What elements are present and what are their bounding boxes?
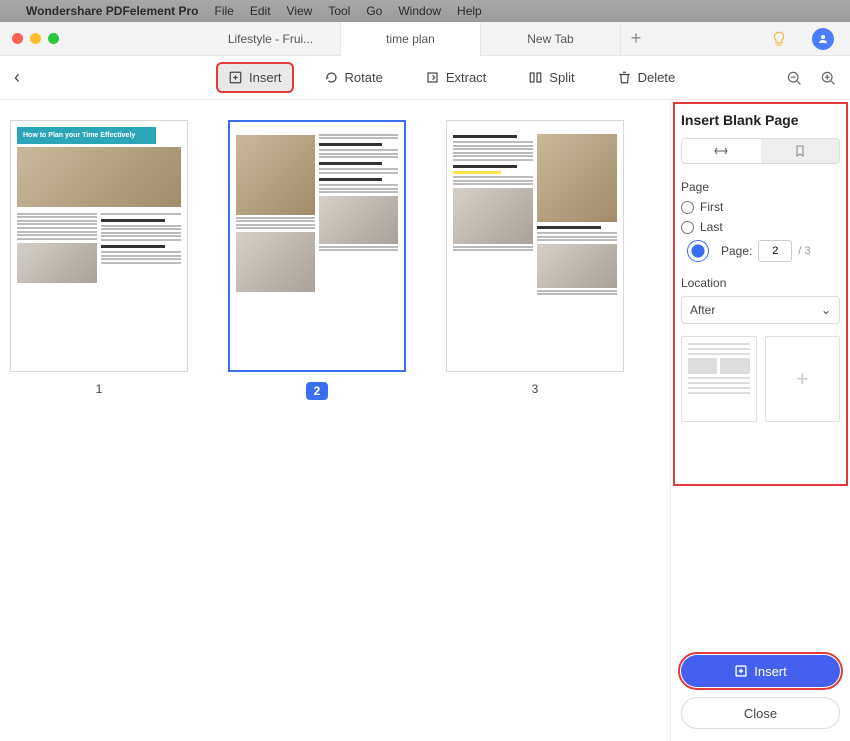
tab-label: time plan [386, 32, 435, 46]
location-dropdown[interactable]: After ⌄ [681, 296, 840, 324]
page-number-1: 1 [96, 382, 103, 396]
trash-icon [617, 70, 632, 85]
page-number-2: 2 [306, 382, 329, 400]
page-number-3: 3 [532, 382, 539, 396]
delete-tool[interactable]: Delete [607, 64, 686, 91]
tool-label: Delete [638, 70, 676, 85]
orientation-portrait[interactable] [761, 139, 840, 163]
page-toolbar: ‹ Insert Rotate Extract Split Delete [0, 56, 850, 100]
tab-newtab[interactable]: New Tab [481, 22, 621, 56]
tab-timeplan[interactable]: time plan [341, 22, 481, 56]
tool-group: Insert Rotate Extract Split Delete [218, 64, 685, 91]
zoom-out-icon[interactable] [786, 70, 802, 86]
tab-label: Lifestyle - Frui... [228, 32, 313, 46]
layout-template-add[interactable]: + [765, 336, 841, 422]
radio-label: First [700, 200, 723, 214]
menu-edit[interactable]: Edit [250, 4, 271, 18]
user-avatar[interactable] [812, 28, 834, 50]
location-label: Location [681, 276, 840, 290]
rotate-icon [324, 70, 339, 85]
orientation-landscape-icon [713, 145, 729, 157]
menu-tool[interactable]: Tool [328, 4, 350, 18]
radio-label: Last [700, 220, 723, 234]
panel-title: Insert Blank Page [681, 112, 840, 128]
tool-label: Insert [249, 70, 282, 85]
back-button[interactable]: ‹ [14, 67, 38, 88]
app-name[interactable]: Wondershare PDFelement Pro [26, 4, 199, 18]
thumb-wrap-1: How to Plan your Time Effectively 1 [10, 120, 188, 396]
layout-templates: + [681, 336, 840, 422]
split-tool[interactable]: Split [518, 64, 584, 91]
radio-label: Page: [721, 244, 752, 258]
split-icon [528, 70, 543, 85]
thumb-photo [537, 134, 617, 222]
insert-icon [734, 664, 748, 678]
tool-label: Split [549, 70, 574, 85]
orientation-landscape[interactable] [682, 139, 761, 163]
page-position-radios: First Last Page: / 3 [681, 200, 840, 262]
page-thumb-1[interactable]: How to Plan your Time Effectively [10, 120, 188, 372]
menu-window[interactable]: Window [398, 4, 441, 18]
close-window-icon[interactable] [12, 33, 23, 44]
document-tabs: Lifestyle - Frui... time plan New Tab + [201, 22, 651, 56]
thumb-photo [17, 147, 181, 207]
mac-menubar: Wondershare PDFelement Pro File Edit Vie… [0, 0, 850, 22]
page-thumbnails: How to Plan your Time Effectively 1 2 [0, 100, 670, 741]
tab-label: New Tab [527, 32, 573, 46]
extract-icon [425, 70, 440, 85]
button-label: Insert [754, 664, 787, 679]
zoom-in-icon[interactable] [820, 70, 836, 86]
tips-icon[interactable] [770, 30, 788, 48]
layout-template-1[interactable] [681, 336, 757, 422]
panel-footer: Insert Close [681, 655, 840, 729]
insert-icon [228, 70, 243, 85]
menu-file[interactable]: File [215, 4, 234, 18]
orientation-segment [681, 138, 840, 164]
bookmark-icon [794, 144, 806, 158]
radio-last[interactable]: Last [681, 220, 840, 234]
minimize-window-icon[interactable] [30, 33, 41, 44]
tool-label: Extract [446, 70, 486, 85]
page-total: / 3 [798, 245, 810, 257]
insert-button[interactable]: Insert [681, 655, 840, 687]
insert-tool[interactable]: Insert [218, 64, 292, 91]
thumb-wrap-2: 2 [228, 120, 406, 400]
chevron-down-icon: ⌄ [821, 303, 831, 317]
thumb-wrap-3: 3 [446, 120, 624, 396]
plus-icon: + [796, 366, 809, 392]
thumb-photo [236, 135, 315, 215]
main-area: How to Plan your Time Effectively 1 2 [0, 100, 850, 741]
traffic-lights [0, 33, 71, 44]
new-tab-button[interactable]: + [621, 22, 651, 56]
tool-label: Rotate [345, 70, 383, 85]
extract-tool[interactable]: Extract [415, 64, 496, 91]
page-thumb-3[interactable] [446, 120, 624, 372]
radio-first[interactable]: First [681, 200, 840, 214]
banner-text: How to Plan your Time Effectively [17, 127, 156, 144]
dropdown-value: After [690, 303, 715, 317]
menu-help[interactable]: Help [457, 4, 482, 18]
page-section-label: Page [681, 180, 840, 194]
radio-page[interactable]: Page: / 3 [681, 240, 840, 262]
insert-blank-page-panel: Insert Blank Page Page First Last Page: … [670, 100, 850, 741]
rotate-tool[interactable]: Rotate [314, 64, 393, 91]
menu-view[interactable]: View [287, 4, 313, 18]
tab-row: Lifestyle - Frui... time plan New Tab + [0, 22, 850, 56]
page-thumb-2[interactable] [228, 120, 406, 372]
zoom-controls [786, 70, 836, 86]
button-label: Close [744, 706, 777, 721]
tab-lifestyle[interactable]: Lifestyle - Frui... [201, 22, 341, 56]
menu-go[interactable]: Go [366, 4, 382, 18]
page-number-input[interactable] [758, 240, 792, 262]
maximize-window-icon[interactable] [48, 33, 59, 44]
close-button[interactable]: Close [681, 697, 840, 729]
